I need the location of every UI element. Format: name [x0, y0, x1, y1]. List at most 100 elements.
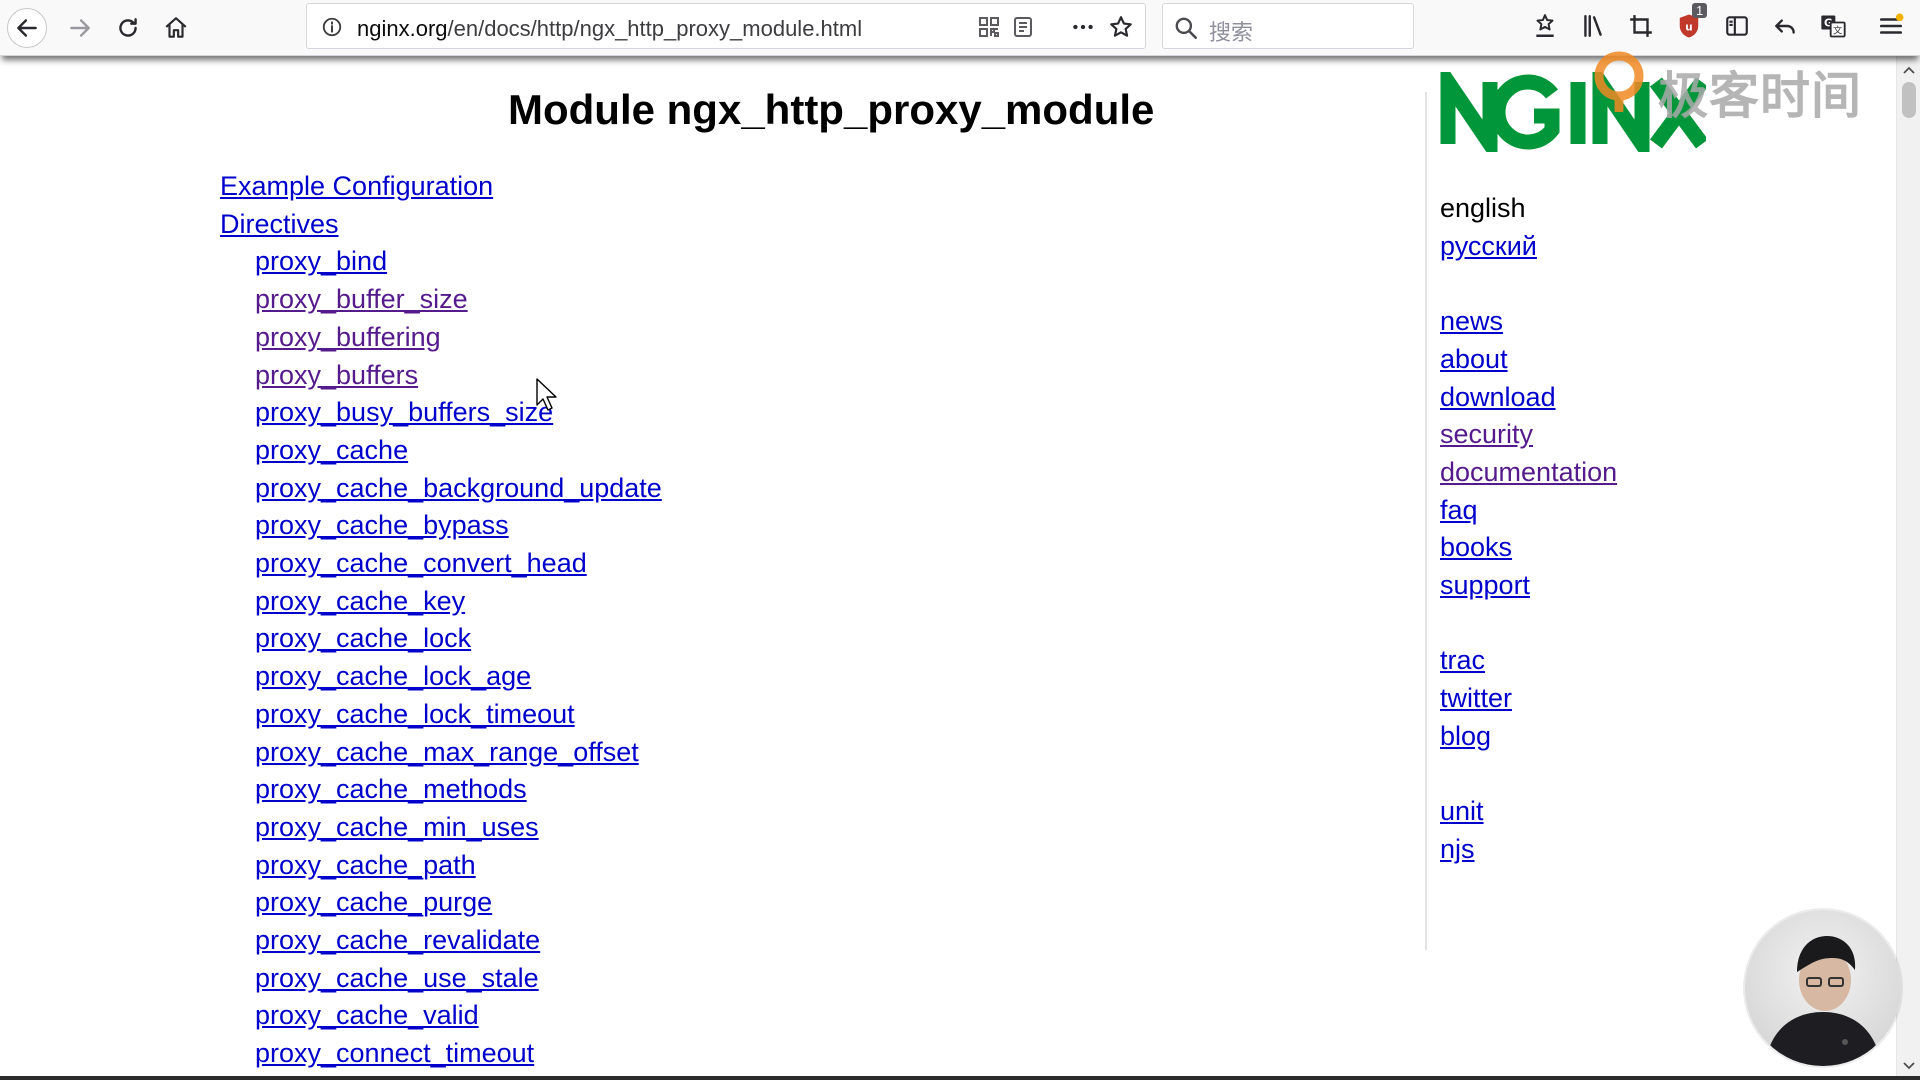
- sidebar-link-blog[interactable]: blog: [1440, 721, 1491, 751]
- directive-link-proxy-cache-methods[interactable]: proxy_cache_methods: [255, 774, 527, 804]
- toc-link-example-configuration[interactable]: Example Configuration: [220, 171, 493, 201]
- directive-link-proxy-busy-buffers-size[interactable]: proxy_busy_buffers_size: [255, 397, 553, 427]
- directive-link-proxy-cache-bypass[interactable]: proxy_cache_bypass: [255, 510, 509, 540]
- download-star-icon[interactable]: [1528, 9, 1562, 43]
- library-icon[interactable]: [1576, 9, 1610, 43]
- directive-link-proxy-cache-revalidate[interactable]: proxy_cache_revalidate: [255, 925, 540, 955]
- undo-icon[interactable]: [1768, 9, 1802, 43]
- directive-link-proxy-cache-lock-age[interactable]: proxy_cache_lock_age: [255, 661, 531, 691]
- directive-link-proxy-cache-background-update[interactable]: proxy_cache_background_update: [255, 473, 662, 503]
- sidebar-link-support[interactable]: support: [1440, 570, 1530, 600]
- sidebar-link-download[interactable]: download: [1440, 382, 1556, 412]
- url-bar[interactable]: nginx.org/en/docs/http/ngx_http_proxy_mo…: [306, 3, 1146, 49]
- sidebar-item: news: [1440, 303, 1780, 341]
- forward-button[interactable]: [60, 8, 100, 48]
- sidebar-link-unit[interactable]: unit: [1440, 796, 1484, 826]
- vertical-scrollbar[interactable]: [1896, 56, 1920, 1080]
- svg-text:u: u: [1685, 22, 1692, 34]
- toc-link-directives[interactable]: Directives: [220, 209, 339, 239]
- toc-directive-item: proxy_cache_convert_head: [220, 545, 662, 583]
- url-path: /en/docs/http/ngx_http_proxy_module.html: [447, 16, 863, 41]
- star-icon[interactable]: [1107, 13, 1135, 41]
- directive-link-proxy-cache-purge[interactable]: proxy_cache_purge: [255, 887, 492, 917]
- home-button[interactable]: [156, 8, 196, 48]
- watermark: 极客时间: [1588, 50, 1878, 125]
- sidebar-link-books[interactable]: books: [1440, 532, 1512, 562]
- sidebar-icon[interactable]: [1720, 9, 1754, 43]
- directive-link-proxy-cache-key[interactable]: proxy_cache_key: [255, 586, 465, 616]
- directive-link-proxy-cache-convert-head[interactable]: proxy_cache_convert_head: [255, 548, 587, 578]
- svg-text:文: 文: [1833, 25, 1842, 37]
- sidebar-link-security[interactable]: security: [1440, 419, 1533, 449]
- directive-link-proxy-cache-use-stale[interactable]: proxy_cache_use_stale: [255, 963, 539, 993]
- sidebar-link-about[interactable]: about: [1440, 344, 1508, 374]
- sidebar-item: unit: [1440, 793, 1780, 831]
- search-bar[interactable]: 搜索: [1162, 3, 1414, 49]
- toc-directive-item: proxy_cache_valid: [220, 997, 662, 1035]
- toc-directive-item: proxy_cache_key: [220, 583, 662, 621]
- reader-view-icon[interactable]: [1009, 13, 1037, 41]
- toc-directive-item: proxy_cache_lock: [220, 620, 662, 658]
- qr-code-icon[interactable]: [975, 13, 1003, 41]
- url-text[interactable]: nginx.org/en/docs/http/ngx_http_proxy_mo…: [357, 16, 862, 42]
- translate-icon[interactable]: G文: [1816, 9, 1850, 43]
- directive-link-proxy-buffering[interactable]: proxy_buffering: [255, 322, 441, 352]
- sidebar-item: security: [1440, 416, 1780, 454]
- browser-toolbar: nginx.org/en/docs/http/ngx_http_proxy_mo…: [0, 0, 1920, 56]
- home-icon: [165, 17, 187, 38]
- back-button[interactable]: [7, 8, 47, 48]
- directive-link-proxy-cache-max-range-offset[interactable]: proxy_cache_max_range_offset: [255, 737, 639, 767]
- toc-item: Directives: [220, 206, 662, 244]
- sidebar-link-njs[interactable]: njs: [1440, 834, 1475, 864]
- sidebar-link-faq[interactable]: faq: [1440, 495, 1478, 525]
- reload-button[interactable]: [108, 8, 148, 48]
- arrow-right-icon: [70, 19, 90, 37]
- toc-directive-item: proxy_buffer_size: [220, 281, 662, 319]
- sidebar-item: documentation: [1440, 454, 1780, 492]
- sidebar-link-trac[interactable]: trac: [1440, 645, 1485, 675]
- info-icon[interactable]: [321, 16, 343, 38]
- directive-link-proxy-bind[interactable]: proxy_bind: [255, 246, 387, 276]
- directive-link-proxy-cache-path[interactable]: proxy_cache_path: [255, 850, 476, 880]
- directive-link-proxy-cache[interactable]: proxy_cache: [255, 435, 408, 465]
- toc-directive-item: proxy_cache_purge: [220, 884, 662, 922]
- directive-link-proxy-cache-valid[interactable]: proxy_cache_valid: [255, 1000, 479, 1030]
- directive-link-proxy-cache-min-uses[interactable]: proxy_cache_min_uses: [255, 812, 539, 842]
- sidebar-item: support: [1440, 567, 1780, 605]
- toc-directive-item: proxy_cache_min_uses: [220, 809, 662, 847]
- sidebar-link-groups: news about download security documentation fa…: [1440, 265, 1780, 868]
- ublock-shield-icon[interactable]: u 1: [1672, 3, 1708, 43]
- watermark-text: 极客时间: [1658, 67, 1862, 125]
- page-content: Module ngx_http_proxy_module Example Con…: [0, 56, 1896, 1080]
- sidebar-link-news[interactable]: news: [1440, 306, 1503, 336]
- directive-link-proxy-cache-lock[interactable]: proxy_cache_lock: [255, 623, 471, 653]
- scroll-down-icon[interactable]: [1901, 1058, 1917, 1074]
- scrollbar-thumb[interactable]: [1902, 82, 1916, 118]
- toc-directive-item: proxy_cache: [220, 432, 662, 470]
- ellipsis-icon[interactable]: [1069, 13, 1097, 41]
- directive-link-proxy-buffer-size[interactable]: proxy_buffer_size: [255, 284, 468, 314]
- scroll-up-icon[interactable]: [1901, 62, 1917, 78]
- toc-directive-item: proxy_cache_revalidate: [220, 922, 662, 960]
- watermark-logo-icon: [1594, 51, 1644, 112]
- toc-item: Example Configuration: [220, 168, 662, 206]
- toc-directive-item: proxy_cache_lock_age: [220, 658, 662, 696]
- sidebar-item: twitter: [1440, 680, 1780, 718]
- directive-link-proxy-buffers[interactable]: proxy_buffers: [255, 360, 418, 390]
- toc-directive-item: proxy_cache_background_update: [220, 470, 662, 508]
- sidebar-link-twitter[interactable]: twitter: [1440, 683, 1512, 713]
- toc-directive-item: proxy_cache_path: [220, 847, 662, 885]
- sidebar-link-documentation[interactable]: documentation: [1440, 457, 1617, 487]
- sidebar-divider: [1425, 92, 1427, 950]
- directive-link-proxy-connect-timeout[interactable]: proxy_connect_timeout: [255, 1038, 534, 1068]
- language-link-russian[interactable]: русский: [1440, 231, 1537, 261]
- directive-link-proxy-cache-lock-timeout[interactable]: proxy_cache_lock_timeout: [255, 699, 575, 729]
- sidebar-item: trac: [1440, 642, 1780, 680]
- hamburger-menu-icon[interactable]: [1874, 9, 1908, 43]
- search-placeholder: 搜索: [1209, 21, 1254, 46]
- sidebar-item: download: [1440, 379, 1780, 417]
- crop-icon[interactable]: [1624, 9, 1658, 43]
- toc-directive-item: proxy_bind: [220, 243, 662, 281]
